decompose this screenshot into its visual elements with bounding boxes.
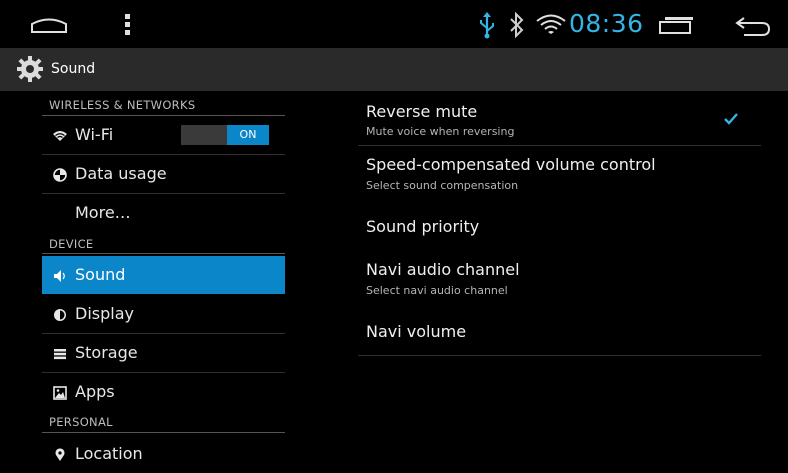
- wifi-toggle[interactable]: ON: [181, 125, 269, 145]
- settings-gear-icon[interactable]: [16, 56, 44, 86]
- pref-sound-priority[interactable]: Sound priority: [300, 206, 788, 246]
- sidebar-item-label: Storage: [75, 343, 138, 362]
- pref-summary: Select navi audio channel: [366, 284, 508, 297]
- section-header-device: DEVICE: [49, 237, 94, 251]
- section-header-personal: PERSONAL: [49, 415, 113, 429]
- apps-icon: [53, 385, 67, 400]
- settings-sidebar: WIRELESS & NETWORKS Wi-Fi ON Data usage …: [0, 91, 300, 467]
- sidebar-item-label: Data usage: [75, 164, 167, 183]
- usb-icon: [478, 11, 496, 43]
- wifi-toggle-state: ON: [227, 125, 269, 145]
- checkbox-checked-icon[interactable]: [724, 110, 738, 129]
- pref-summary: Select sound compensation: [366, 179, 519, 192]
- status-bar: 08:36: [0, 0, 788, 48]
- sidebar-item-label: More…: [75, 203, 131, 222]
- divider: [358, 355, 761, 356]
- pref-navi-volume[interactable]: Navi volume: [300, 313, 788, 353]
- pref-navi-audio-channel[interactable]: Navi audio channel Select navi audio cha…: [300, 251, 788, 303]
- sidebar-item-label: Wi-Fi: [75, 125, 114, 144]
- sidebar-item-more[interactable]: More…: [42, 194, 285, 232]
- location-icon: [53, 447, 67, 461]
- pref-speed-compensated-volume[interactable]: Speed-compensated volume control Select …: [300, 146, 788, 198]
- sidebar-item-location[interactable]: Location: [42, 435, 285, 473]
- menu-icon[interactable]: [124, 13, 132, 41]
- wifi-icon: [536, 13, 566, 39]
- pref-summary: Mute voice when reversing: [366, 125, 515, 138]
- sidebar-item-label: Location: [75, 444, 143, 463]
- sidebar-item-label: Display: [75, 304, 134, 323]
- sidebar-item-display[interactable]: Display: [42, 295, 285, 333]
- action-bar: Sound: [0, 48, 788, 91]
- sidebar-item-label: Sound: [75, 265, 126, 284]
- section-header-wireless: WIRELESS & NETWORKS: [49, 98, 196, 112]
- section-divider: [42, 253, 285, 254]
- data-usage-icon: [53, 167, 67, 182]
- back-icon[interactable]: [734, 15, 772, 41]
- bluetooth-icon: [508, 11, 526, 42]
- pref-title: Navi volume: [366, 322, 467, 341]
- pref-title: Speed-compensated volume control: [366, 155, 656, 174]
- speaker-icon: [53, 268, 67, 282]
- sidebar-item-label: Apps: [75, 382, 115, 401]
- wifi-icon: [53, 128, 67, 142]
- storage-icon: [53, 346, 67, 360]
- home-icon[interactable]: [30, 15, 68, 39]
- page-title: Sound: [51, 61, 96, 77]
- pref-title: Reverse mute: [366, 102, 478, 121]
- pref-title: Navi audio channel: [366, 260, 520, 279]
- pref-title: Sound priority: [366, 217, 480, 236]
- recent-apps-icon[interactable]: [658, 16, 696, 38]
- sidebar-item-wifi[interactable]: Wi-Fi ON: [42, 116, 285, 154]
- section-divider: [42, 432, 285, 433]
- sidebar-item-data-usage[interactable]: Data usage: [42, 155, 285, 193]
- pref-reverse-mute[interactable]: Reverse mute Mute voice when reversing: [300, 91, 788, 143]
- sidebar-item-storage[interactable]: Storage: [42, 334, 285, 372]
- sidebar-item-sound[interactable]: Sound: [42, 256, 285, 294]
- display-icon: [53, 307, 67, 321]
- sound-settings-panel: Reverse mute Mute voice when reversing S…: [300, 91, 788, 467]
- clock-time: 08:36: [569, 9, 644, 38]
- sidebar-item-apps[interactable]: Apps: [42, 373, 285, 411]
